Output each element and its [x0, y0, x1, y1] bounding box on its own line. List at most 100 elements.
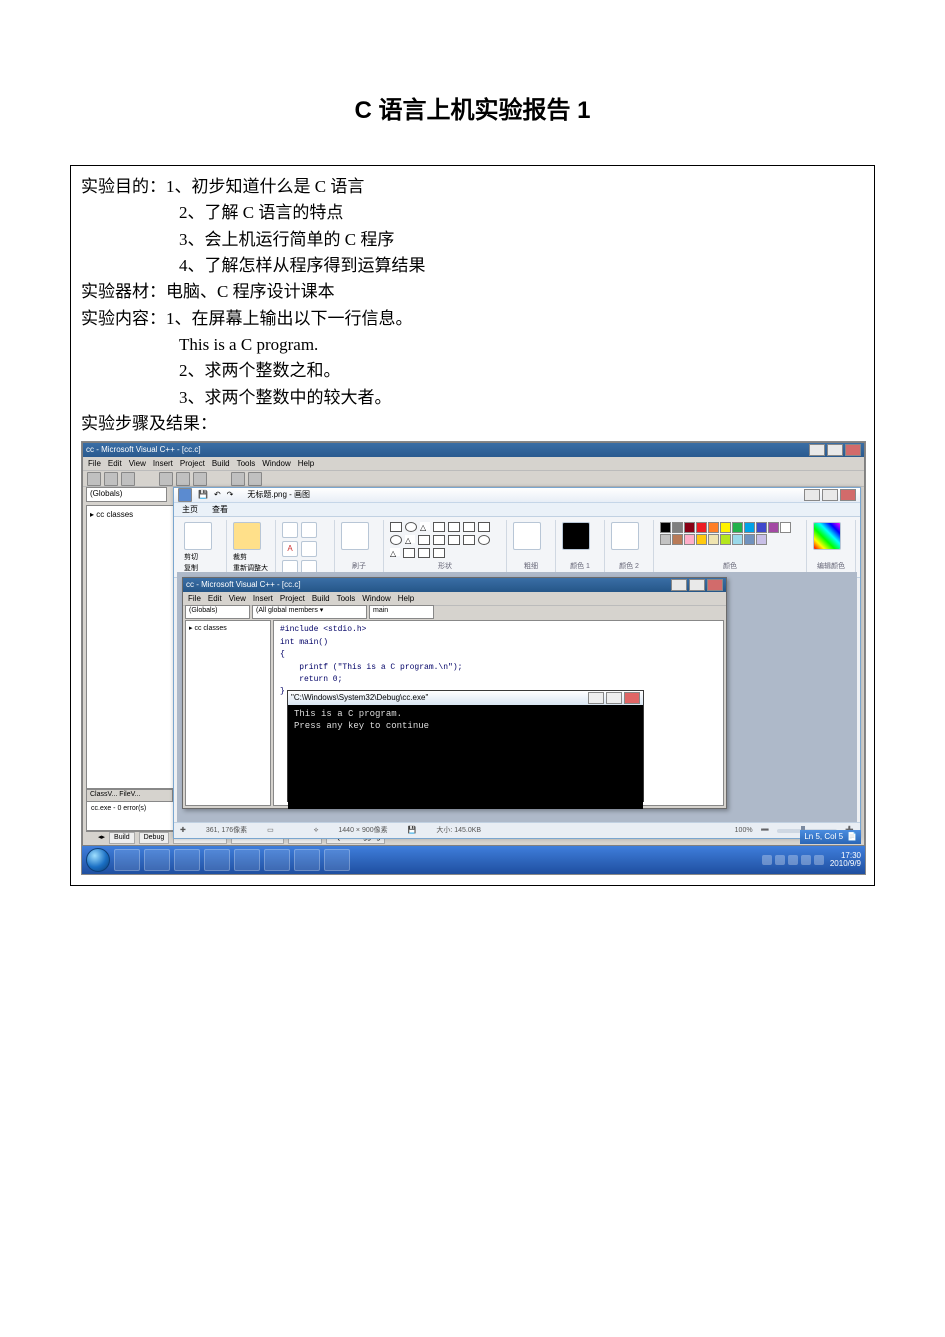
- shape-icon[interactable]: [433, 535, 445, 545]
- palette-swatch[interactable]: [660, 522, 671, 533]
- crop-button[interactable]: 裁剪: [233, 553, 269, 564]
- cut-button[interactable]: 剪切: [184, 553, 198, 564]
- fill-icon[interactable]: [301, 522, 317, 538]
- vc-inner-titlebar[interactable]: cc - Microsoft Visual C++ - [cc.c]: [183, 578, 726, 592]
- tb-copy-icon[interactable]: [176, 472, 190, 486]
- shape-icon[interactable]: [478, 522, 490, 532]
- tb-save-icon[interactable]: [121, 472, 135, 486]
- vc-outer-menubar[interactable]: File Edit View Insert Project Build Tool…: [83, 457, 864, 471]
- console-titlebar[interactable]: "C:\Windows\System32\Debug\cc.exe": [288, 691, 643, 705]
- menu-edit[interactable]: Edit: [108, 458, 122, 470]
- palette-swatch[interactable]: [708, 522, 719, 533]
- taskbar-item[interactable]: [204, 849, 230, 871]
- pencil-icon[interactable]: [282, 522, 298, 538]
- tab-view[interactable]: 查看: [212, 504, 228, 516]
- menu-view[interactable]: View: [129, 458, 146, 470]
- palette-swatch[interactable]: [672, 522, 683, 533]
- palette-swatch[interactable]: [660, 534, 671, 545]
- shape-icon[interactable]: [405, 522, 417, 532]
- tree-root[interactable]: ▸ cc classes: [90, 509, 172, 521]
- palette-swatch[interactable]: [696, 534, 707, 545]
- color2-swatch[interactable]: [611, 522, 639, 550]
- tray-icon[interactable]: [801, 855, 811, 865]
- system-tray[interactable]: 17:30 2010/9/9: [762, 852, 861, 868]
- menu-insert[interactable]: Insert: [253, 593, 273, 605]
- palette-swatch[interactable]: [720, 534, 731, 545]
- inner-sidebar[interactable]: ▸ cc classes: [185, 620, 271, 806]
- tray-icon[interactable]: [762, 855, 772, 865]
- shape-icon[interactable]: [433, 522, 445, 532]
- shape-icon[interactable]: [433, 548, 445, 558]
- eraser-icon[interactable]: [301, 541, 317, 557]
- start-button[interactable]: [86, 848, 110, 872]
- tb-paste-icon[interactable]: [193, 472, 207, 486]
- palette-swatch[interactable]: [720, 522, 731, 533]
- menu-build[interactable]: Build: [212, 458, 230, 470]
- taskbar-item[interactable]: [294, 849, 320, 871]
- palette-swatch[interactable]: [768, 522, 779, 533]
- paint-ribbon-tabs[interactable]: 主页 查看: [174, 503, 860, 517]
- shape-icon[interactable]: △: [390, 548, 400, 556]
- tray-icon[interactable]: [814, 855, 824, 865]
- menu-edit[interactable]: Edit: [208, 593, 222, 605]
- menu-file[interactable]: File: [88, 458, 101, 470]
- vc-outer-titlebar[interactable]: cc - Microsoft Visual C++ - [cc.c]: [83, 443, 864, 457]
- palette-swatch[interactable]: [744, 522, 755, 533]
- palette-swatch[interactable]: [672, 534, 683, 545]
- inner-combo-members[interactable]: (All global members ▾: [252, 605, 367, 619]
- shape-icon[interactable]: [418, 548, 430, 558]
- taskbar-item[interactable]: [264, 849, 290, 871]
- palette-swatch[interactable]: [780, 522, 791, 533]
- vc-outer-toolbar[interactable]: [83, 471, 864, 487]
- text-icon[interactable]: A: [282, 541, 298, 557]
- shape-icon[interactable]: △: [405, 535, 415, 543]
- taskbar-item[interactable]: [174, 849, 200, 871]
- palette-swatch[interactable]: [684, 522, 695, 533]
- brush-icon[interactable]: [341, 522, 369, 550]
- menu-build[interactable]: Build: [312, 593, 330, 605]
- tab-build[interactable]: Build: [109, 832, 135, 845]
- menu-tools[interactable]: Tools: [237, 458, 256, 470]
- palette-swatch[interactable]: [756, 522, 767, 533]
- tray-icon[interactable]: [775, 855, 785, 865]
- tb-open-icon[interactable]: [104, 472, 118, 486]
- tb-undo-icon[interactable]: [231, 472, 245, 486]
- qat-save-icon[interactable]: 💾: [198, 489, 208, 501]
- taskbar-item[interactable]: [234, 849, 260, 871]
- inner-combo-main[interactable]: main: [369, 605, 434, 619]
- menu-window[interactable]: Window: [362, 593, 390, 605]
- shape-icon[interactable]: [478, 535, 490, 545]
- shape-icon[interactable]: [390, 535, 402, 545]
- palette-swatch[interactable]: [756, 534, 767, 545]
- palette-swatch[interactable]: [744, 534, 755, 545]
- tb-cut-icon[interactable]: [159, 472, 173, 486]
- palette-swatch[interactable]: [684, 534, 695, 545]
- paint-window-buttons[interactable]: [804, 489, 856, 501]
- globals-combo[interactable]: (Globals): [86, 487, 167, 502]
- shape-icon[interactable]: [390, 522, 402, 532]
- select-icon[interactable]: [233, 522, 261, 550]
- menu-project[interactable]: Project: [280, 593, 305, 605]
- shape-icon[interactable]: [463, 535, 475, 545]
- menu-help[interactable]: Help: [298, 458, 314, 470]
- paint-canvas[interactable]: cc - Microsoft Visual C++ - [cc.c] File …: [177, 572, 857, 822]
- taskbar-item[interactable]: [144, 849, 170, 871]
- vc-inner-window-buttons[interactable]: [671, 579, 723, 591]
- color1-swatch[interactable]: [562, 522, 590, 550]
- tray-icon[interactable]: [788, 855, 798, 865]
- paste-icon[interactable]: [184, 522, 212, 550]
- menu-tools[interactable]: Tools: [337, 593, 356, 605]
- tab-home[interactable]: 主页: [182, 504, 198, 516]
- edit-colors-icon[interactable]: [813, 522, 841, 550]
- palette-swatch[interactable]: [732, 534, 743, 545]
- shape-icon[interactable]: [448, 522, 460, 532]
- menu-file[interactable]: File: [188, 593, 201, 605]
- palette-swatch[interactable]: [708, 534, 719, 545]
- shape-icon[interactable]: [463, 522, 475, 532]
- inner-combo-globals[interactable]: (Globals): [185, 605, 250, 619]
- menu-project[interactable]: Project: [180, 458, 205, 470]
- shape-icon[interactable]: [403, 548, 415, 558]
- shape-icon[interactable]: [418, 535, 430, 545]
- menu-help[interactable]: Help: [398, 593, 414, 605]
- taskbar[interactable]: 17:30 2010/9/9: [82, 846, 865, 874]
